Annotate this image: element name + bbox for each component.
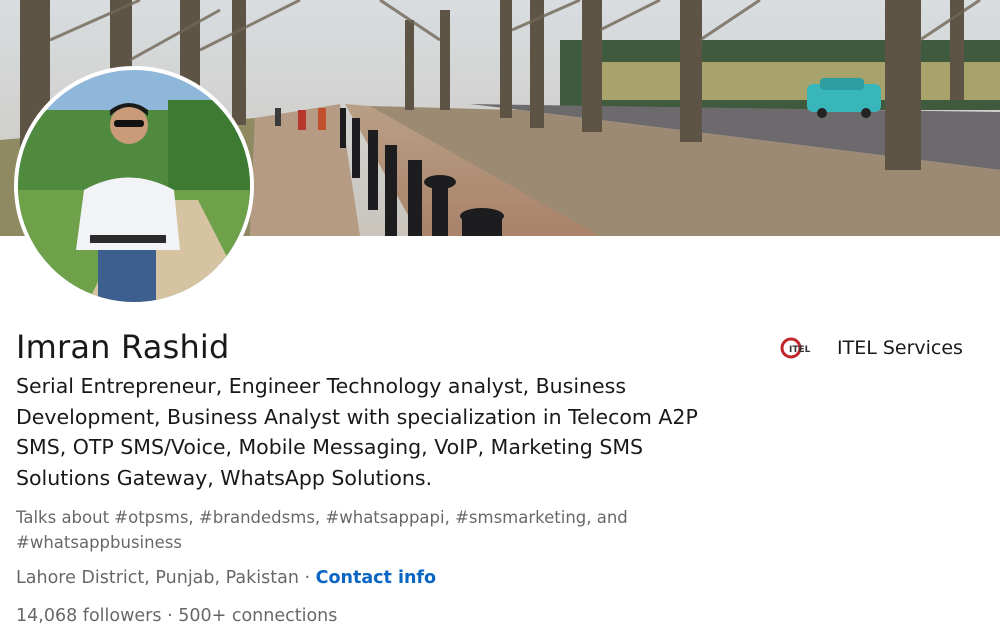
stats-separator: · <box>161 606 179 626</box>
separator-dot: · <box>298 568 316 588</box>
followers-count[interactable]: 14,068 <box>16 606 77 626</box>
itel-logo-icon: ITEL <box>780 337 811 359</box>
profile-avatar[interactable] <box>14 66 254 306</box>
connections-count[interactable]: 500+ <box>178 606 226 626</box>
connections-label: connections <box>226 606 338 626</box>
company-name[interactable]: ITEL Services <box>837 337 963 359</box>
followers-label: followers <box>77 606 162 626</box>
svg-text:ITEL: ITEL <box>789 345 811 355</box>
talks-about: Talks about #otpsms, #brandedsms, #whats… <box>16 508 628 552</box>
current-company-link[interactable]: ITEL ITEL Services <box>779 334 963 362</box>
profile-headline: Serial Entrepreneur, Engineer Technology… <box>16 374 698 490</box>
contact-info-link[interactable]: Contact info <box>316 568 436 588</box>
network-stats: 14,068 followers · 500+ connections <box>16 606 337 626</box>
profile-name: Imran Rashid <box>16 328 230 366</box>
location-text: Lahore District, Punjab, Pakistan <box>16 568 299 588</box>
location-row: Lahore District, Punjab, Pakistan · Cont… <box>16 568 436 588</box>
